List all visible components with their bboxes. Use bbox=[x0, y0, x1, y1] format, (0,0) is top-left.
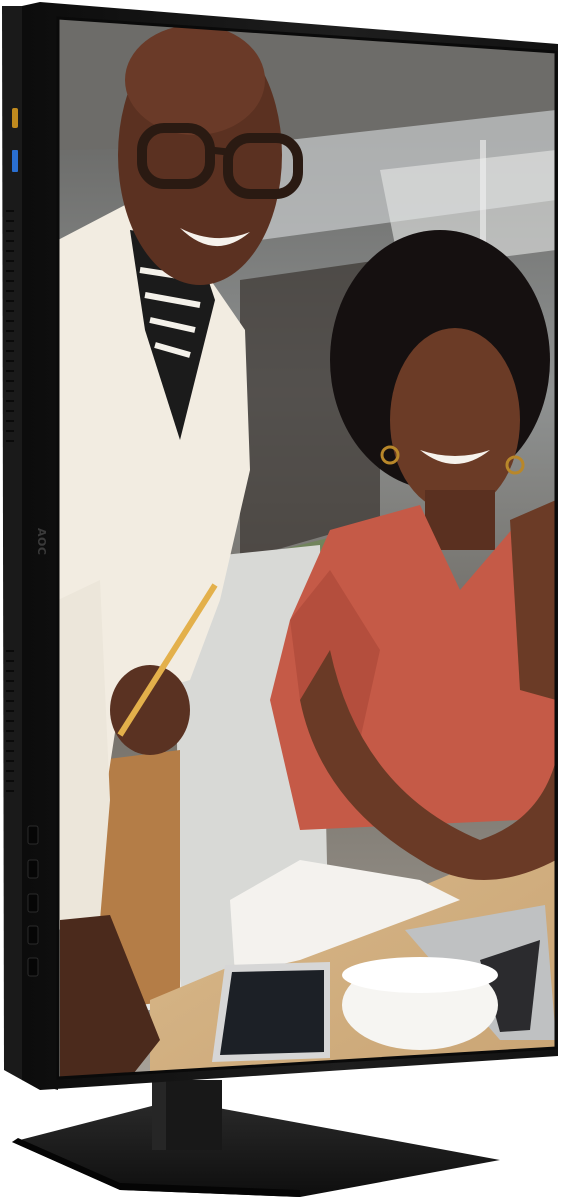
smartphone bbox=[212, 962, 330, 1062]
exit-button[interactable] bbox=[27, 925, 39, 945]
menu-button[interactable] bbox=[27, 825, 39, 845]
monitor-stand bbox=[12, 1080, 500, 1197]
monitor-screen bbox=[58, 18, 556, 1078]
brand-logo: AOC bbox=[35, 528, 48, 555]
coffee-mug bbox=[342, 957, 498, 1050]
usb-a-port-icon bbox=[12, 150, 18, 172]
power-button[interactable] bbox=[27, 957, 39, 977]
usb-c-port-icon bbox=[12, 108, 18, 128]
down-button[interactable] bbox=[27, 893, 39, 913]
up-button[interactable] bbox=[27, 859, 39, 879]
stand-base bbox=[12, 1100, 500, 1197]
product-photo: AOC bbox=[0, 0, 561, 1200]
